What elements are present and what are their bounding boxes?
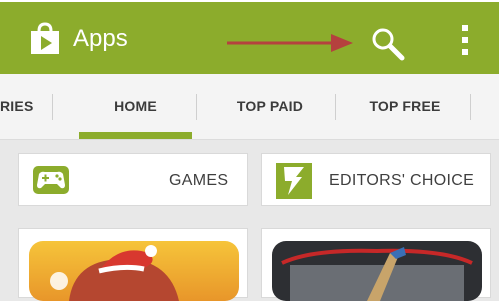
app-title: Apps	[73, 25, 128, 52]
hockey-app-icon	[272, 241, 482, 301]
tab-bar: RIES HOME TOP PAID TOP FREE	[0, 74, 499, 140]
game-app-icon	[29, 241, 239, 301]
editors-choice-card[interactable]: EDITORS' CHOICE	[261, 153, 491, 206]
overflow-menu-icon[interactable]	[458, 22, 472, 58]
gamepad-icon	[33, 166, 69, 194]
app-card[interactable]	[261, 228, 491, 301]
app-bar: Apps	[0, 0, 499, 74]
tab-categories[interactable]: RIES	[0, 74, 52, 140]
tab-top-free[interactable]: TOP FREE	[342, 74, 468, 140]
tab-top-paid[interactable]: TOP PAID	[200, 74, 340, 140]
tab-divider	[335, 94, 336, 120]
games-card[interactable]: GAMES	[18, 153, 248, 206]
annotation-arrow-icon	[227, 34, 353, 52]
app-card[interactable]	[18, 228, 248, 301]
tab-divider	[196, 94, 197, 120]
tab-divider	[52, 94, 53, 120]
games-label: GAMES	[169, 172, 229, 189]
editors-choice-icon	[276, 163, 312, 199]
selected-tab-indicator	[79, 132, 192, 139]
editors-choice-label: EDITORS' CHOICE	[329, 172, 475, 189]
search-icon[interactable]	[370, 26, 406, 62]
play-store-bag-icon[interactable]	[28, 22, 62, 56]
tab-home[interactable]: HOME	[79, 74, 192, 140]
tab-divider	[470, 94, 471, 120]
